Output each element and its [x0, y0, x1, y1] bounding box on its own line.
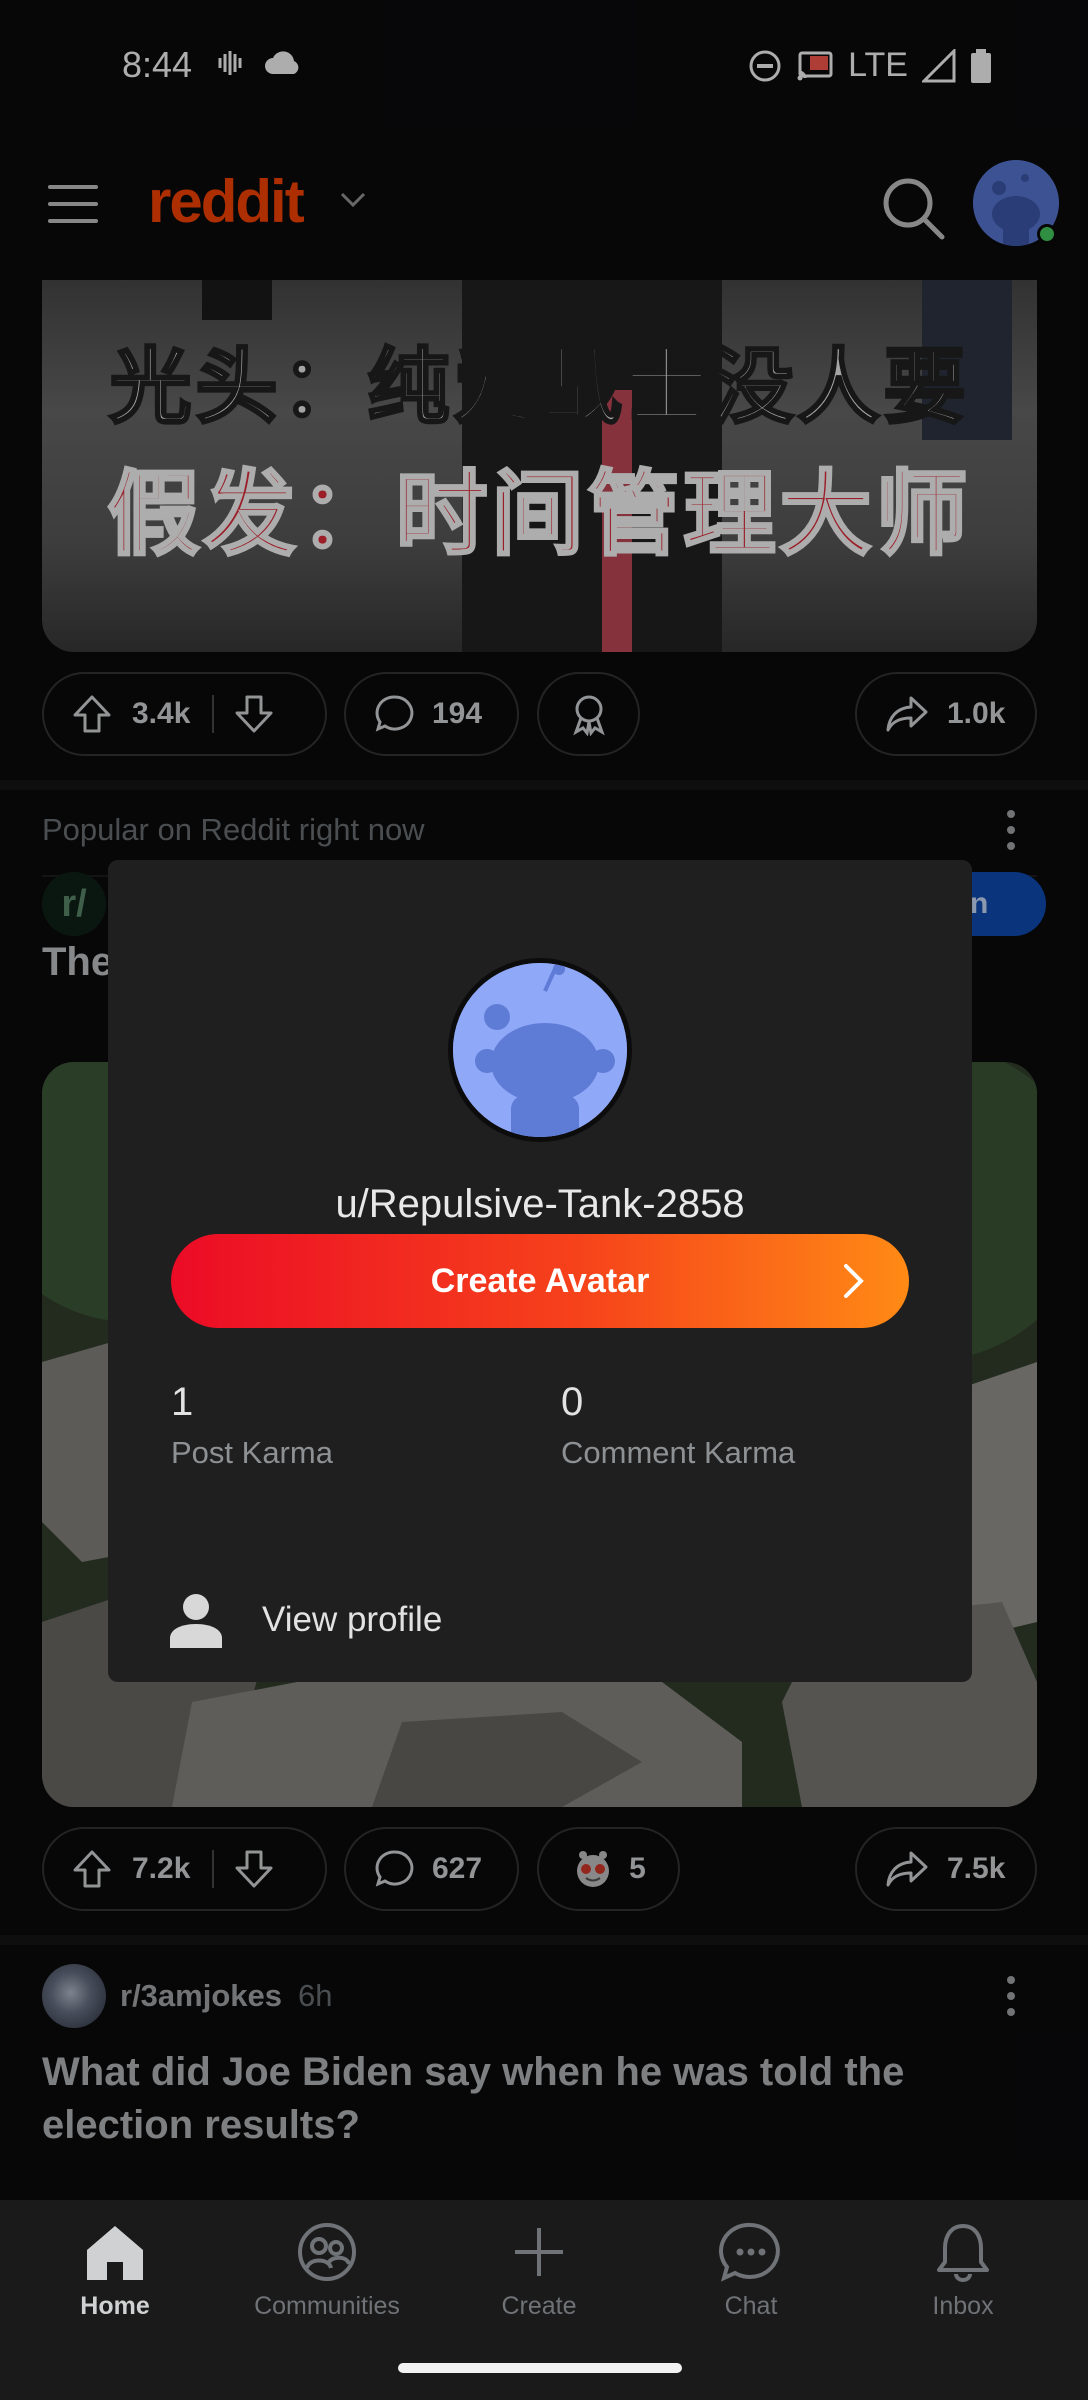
nav-home[interactable]: Home	[25, 2222, 205, 2321]
nav-label: Inbox	[932, 2292, 994, 2320]
vote-bar: 3.4k	[42, 672, 327, 756]
comment-count: 194	[432, 697, 483, 730]
award-snoo-icon	[577, 1851, 610, 1887]
nav-label: Communities	[254, 2292, 400, 2320]
status-icons-right: LTE	[748, 46, 992, 85]
downvote-icon[interactable]	[234, 1849, 274, 1889]
menu-icon[interactable]	[48, 185, 98, 225]
cloud-icon	[265, 51, 299, 74]
comments-button[interactable]: 194	[344, 672, 519, 756]
post-title[interactable]: What did Joe Biden say when he was told …	[42, 2046, 1042, 2152]
post-karma-label: Post Karma	[171, 1435, 333, 1470]
chevron-right-icon	[844, 1264, 864, 1298]
nav-chat[interactable]: Chat	[661, 2222, 841, 2321]
share-icon	[886, 1851, 928, 1887]
battery-icon	[971, 48, 991, 83]
vote-separator	[212, 695, 214, 733]
award-button[interactable]	[537, 672, 640, 756]
comment-count: 627	[432, 1852, 483, 1885]
nav-label: Create	[501, 2292, 577, 2320]
status-time: 8:44	[122, 44, 193, 85]
share-icon	[886, 696, 928, 732]
nav-create[interactable]: Create	[449, 2222, 629, 2321]
downvote-icon[interactable]	[234, 694, 274, 734]
post-actions: 7.2k 627 5 7.5k	[42, 1827, 1037, 1911]
post-karma: 1 Post Karma	[171, 1380, 333, 1471]
post-title[interactable]: The	[42, 940, 113, 985]
upvote-count: 3.4k	[132, 697, 191, 730]
search-icon[interactable]	[880, 175, 946, 241]
nav-label: Home	[80, 2292, 150, 2320]
nav-label: Chat	[724, 2292, 778, 2320]
comment-karma: 0 Comment Karma	[561, 1380, 795, 1471]
comment-icon	[375, 695, 414, 732]
vote-separator	[212, 1850, 214, 1888]
share-button[interactable]: 7.5k	[855, 1827, 1037, 1911]
share-button[interactable]: 1.0k	[855, 672, 1037, 756]
profile-popup: u/Repulsive-Tank-2858 Create Avatar 1 Po…	[108, 860, 972, 1682]
profile-avatar	[448, 958, 632, 1142]
share-count: 1.0k	[947, 697, 1006, 730]
dnd-icon	[749, 50, 781, 81]
view-profile-label: View profile	[262, 1600, 443, 1639]
create-avatar-label: Create Avatar	[430, 1261, 650, 1300]
post-header: r/3amjokes 6h	[42, 1964, 1052, 2034]
comment-karma-label: Comment Karma	[561, 1435, 796, 1470]
post-image[interactable]: 光头：纯爱战士没人要 假发：时间管理大师	[42, 280, 1037, 652]
more-options-icon[interactable]	[1005, 810, 1017, 850]
bell-icon	[937, 2224, 989, 2282]
comment-icon	[375, 1850, 414, 1887]
award-count: 5	[629, 1852, 646, 1885]
network-type: LTE	[848, 46, 908, 84]
communities-icon	[298, 2223, 356, 2281]
comment-karma-value: 0	[561, 1380, 584, 1424]
chevron-down-icon[interactable]	[338, 190, 368, 210]
subreddit-icon[interactable]: r/	[42, 872, 106, 936]
online-status-dot	[1037, 224, 1057, 244]
chat-icon	[719, 2222, 780, 2282]
create-avatar-button[interactable]: Create Avatar	[171, 1234, 909, 1328]
post-divider	[0, 1935, 1088, 1945]
comments-button[interactable]: 627	[344, 1827, 519, 1911]
video-caption-line: 光头：纯爱战士没人要	[108, 339, 970, 437]
view-profile-button[interactable]: View profile	[168, 1580, 928, 1660]
home-icon	[87, 2226, 143, 2280]
reddit-logo[interactable]: reddit	[148, 167, 305, 236]
subreddit-name[interactable]: r/3amjokes	[120, 1978, 282, 2014]
award-button[interactable]: 5	[537, 1827, 680, 1911]
app-header: reddit	[0, 135, 1088, 280]
subreddit-avatar[interactable]	[42, 1964, 106, 2028]
vote-bar: 7.2k	[42, 1827, 327, 1911]
post-karma-value: 1	[171, 1380, 194, 1424]
gesture-navigation-bar[interactable]	[398, 2363, 682, 2373]
post-actions: 3.4k 194 1.0k	[42, 672, 1037, 756]
status-icons-left	[215, 48, 303, 78]
video-caption-line: 假发：时间管理大师	[106, 460, 972, 570]
more-options-icon[interactable]	[1005, 1976, 1017, 2016]
post-divider	[0, 780, 1088, 790]
upvote-icon[interactable]	[72, 1849, 112, 1889]
vibrate-icon	[218, 51, 242, 75]
upvote-count: 7.2k	[132, 1852, 191, 1885]
signal-icon	[922, 48, 956, 82]
award-icon	[572, 695, 605, 736]
snoo-avatar-icon	[453, 963, 627, 1137]
status-bar: 8:44 LTE	[0, 0, 1088, 135]
share-count: 7.5k	[947, 1852, 1006, 1885]
nav-inbox[interactable]: Inbox	[873, 2222, 1053, 2321]
popular-section-label: Popular on Reddit right now	[42, 812, 425, 847]
profile-username: u/Repulsive-Tank-2858	[335, 1182, 745, 1226]
cast-icon	[797, 51, 833, 80]
nav-communities[interactable]: Communities	[237, 2222, 417, 2321]
post-age: 6h	[298, 1978, 333, 2013]
upvote-icon[interactable]	[72, 694, 112, 734]
plus-icon	[515, 2228, 563, 2276]
user-icon	[170, 1594, 222, 1648]
